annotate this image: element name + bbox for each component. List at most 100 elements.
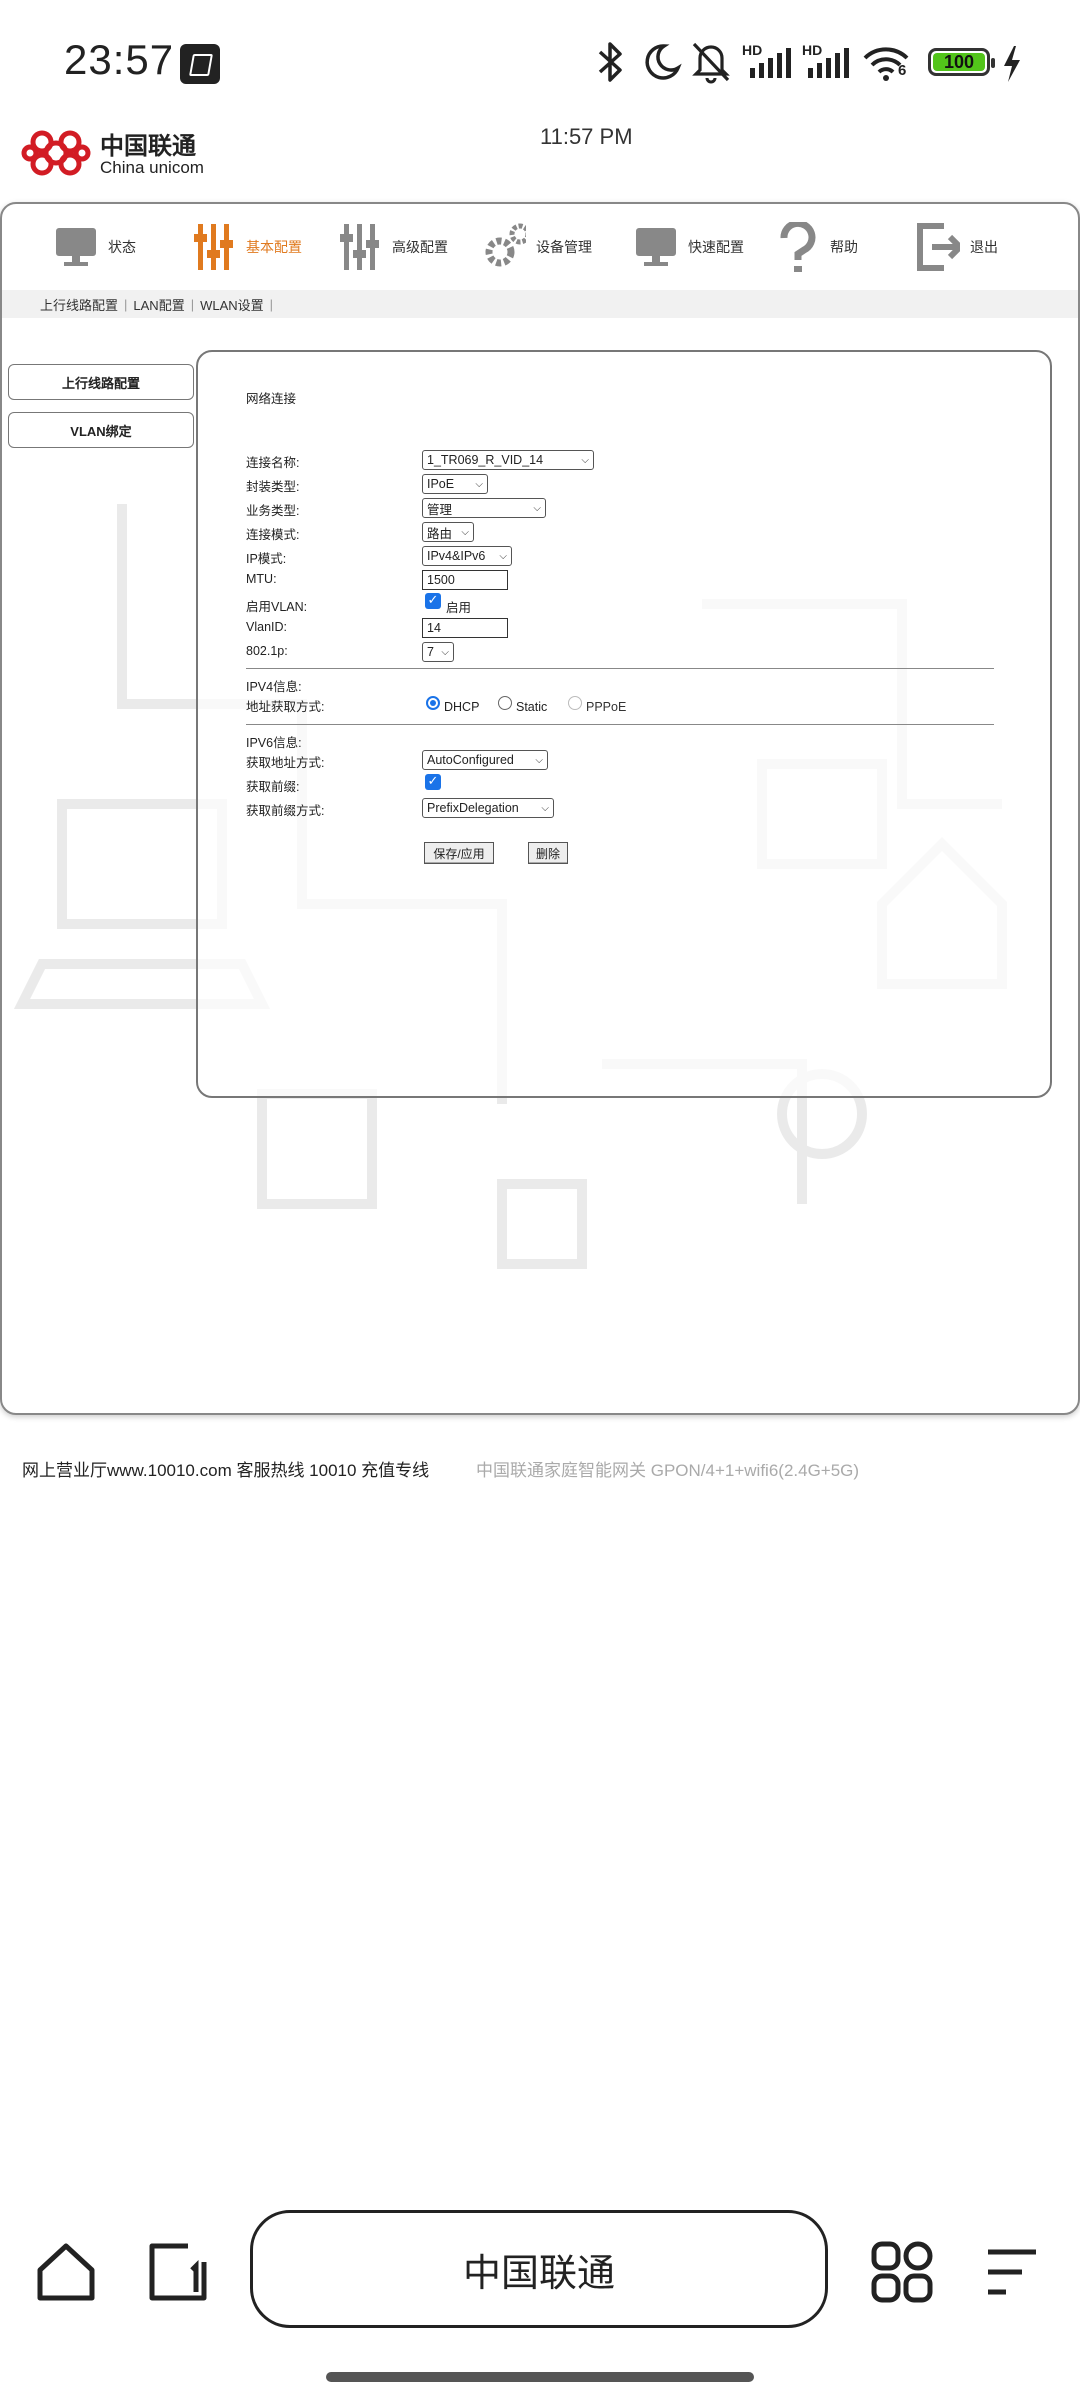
- logo-cn-text: 中国联通: [100, 132, 196, 160]
- home-icon[interactable]: [34, 2240, 98, 2304]
- sliders-icon: [194, 224, 233, 270]
- get-prefix-checkbox[interactable]: ✓: [425, 774, 441, 790]
- gears-icon: [485, 223, 526, 267]
- subnav-uplink[interactable]: 上行线路配置: [40, 295, 118, 314]
- dot1p-label: 802.1p:: [246, 644, 288, 658]
- unicom-knot-logo-icon: [21, 130, 91, 176]
- sidebar-item-vlan-binding[interactable]: VLAN绑定: [8, 412, 194, 448]
- enable-vlan-check-label: 启用: [446, 601, 472, 615]
- nav-basic-config-label: 基本配置: [246, 239, 302, 255]
- nav-logout-label: 退出: [970, 239, 998, 255]
- sub-navigation: 上行线路配置 | LAN配置 | WLAN设置 |: [2, 290, 1078, 318]
- vlan-id-label: VlanID:: [246, 620, 287, 634]
- divider: [246, 724, 994, 725]
- chevron-down-icon: ⌵: [499, 550, 507, 562]
- subnav-wlan[interactable]: WLAN设置: [200, 295, 264, 314]
- gesture-navigation-bar[interactable]: [326, 2372, 754, 2382]
- tabs-icon[interactable]: [146, 2240, 210, 2304]
- get-addr-method-label: 获取地址方式:: [246, 756, 325, 770]
- status-time: 23:57: [64, 36, 175, 83]
- advanced-sliders-icon: [340, 224, 379, 270]
- conn-mode-label: 连接模式:: [246, 528, 300, 542]
- enable-vlan-checkbox[interactable]: ✓: [425, 593, 441, 609]
- enable-vlan-label: 启用VLAN:: [246, 600, 308, 614]
- vlan-id-value: 14: [427, 621, 441, 635]
- mtu-label: MTU:: [246, 572, 277, 586]
- service-label: 业务类型:: [246, 504, 300, 518]
- monitor-icon: [636, 228, 676, 266]
- get-prefix-label: 获取前缀:: [246, 780, 300, 794]
- conn-mode-value: 路由: [427, 526, 453, 541]
- chevron-down-icon: ⌵: [535, 754, 543, 766]
- nav-help[interactable]: 帮助: [776, 214, 858, 280]
- chevron-down-icon: ⌵: [541, 802, 549, 814]
- vlan-id-input[interactable]: 14: [422, 618, 508, 638]
- conn-name-label: 连接名称:: [246, 456, 300, 470]
- conn-mode-select[interactable]: 路由 ⌵: [422, 522, 474, 542]
- notification-app-icon: [180, 44, 220, 84]
- bluetooth-icon: [598, 42, 622, 82]
- get-addr-method-select[interactable]: AutoConfigured ⌵: [422, 750, 548, 770]
- sidebar-item-uplink[interactable]: 上行线路配置: [8, 364, 194, 400]
- ipv4-info-label: IPV4信息:: [246, 680, 302, 694]
- get-addr-method-value: AutoConfigured: [427, 753, 514, 767]
- nav-device-management[interactable]: 设备管理: [482, 214, 592, 280]
- content-panel: 网络连接 连接名称: 1_TR069_R_VID_14 ⌵ 封装类型: IPoE ⌵…: [196, 350, 1052, 1098]
- router-admin-frame: 状态 基本配置 高级配置 设备管理 快速配置 帮助 退出 上行线路配置 | LA…: [0, 202, 1080, 1415]
- page-time: 11:57 PM: [540, 124, 633, 149]
- top-navigation: 状态 基本配置 高级配置 设备管理 快速配置 帮助 退出: [2, 204, 1078, 290]
- logout-icon: [917, 223, 960, 271]
- conn-name-select[interactable]: 1_TR069_R_VID_14 ⌵: [422, 450, 594, 470]
- nav-status-label: 状态: [108, 239, 136, 255]
- status-bar: 23:57 HD HD 6 100: [0, 0, 1080, 128]
- radio-pppoe-label: PPPoE: [586, 700, 627, 714]
- charging-bolt-icon: [1004, 46, 1020, 82]
- section-title: 网络连接: [246, 392, 297, 406]
- addr-method-label: 地址获取方式:: [246, 700, 325, 714]
- divider: [246, 668, 994, 669]
- service-select[interactable]: 管理 ⌵: [422, 498, 546, 518]
- ip-mode-value: IPv4&IPv6: [427, 549, 486, 563]
- address-bar[interactable]: 中国联通: [250, 2210, 828, 2328]
- encap-select[interactable]: IPoE ⌵: [422, 474, 488, 494]
- nav-logout[interactable]: 退出: [916, 214, 998, 280]
- china-unicom-logo: 中国联通 China unicom: [20, 120, 210, 186]
- subnav-lan[interactable]: LAN配置: [133, 295, 184, 314]
- nav-help-label: 帮助: [830, 239, 858, 255]
- get-prefix-method-label: 获取前缀方式:: [246, 804, 325, 818]
- subnav-separator: |: [124, 296, 128, 312]
- battery-level: 100: [933, 53, 985, 71]
- radio-static[interactable]: [498, 696, 512, 710]
- chevron-down-icon: ⌵: [441, 646, 449, 658]
- dot1p-select[interactable]: 7 ⌵: [422, 642, 454, 662]
- menu-icon[interactable]: [984, 2246, 1040, 2302]
- chevron-down-icon: ⌵: [533, 502, 541, 514]
- muted-bell-icon: [692, 42, 730, 84]
- save-apply-button[interactable]: 保存/应用: [424, 842, 494, 864]
- nav-quick-config[interactable]: 快速配置: [634, 214, 744, 280]
- do-not-disturb-moon-icon: [645, 44, 682, 80]
- nav-advanced-config-label: 高级配置: [392, 239, 448, 255]
- nav-basic-config[interactable]: 基本配置: [192, 214, 302, 280]
- radio-pppoe[interactable]: [568, 696, 582, 710]
- chevron-down-icon: ⌵: [581, 454, 589, 466]
- get-prefix-method-select[interactable]: PrefixDelegation ⌵: [422, 798, 554, 818]
- mtu-input[interactable]: 1500: [422, 570, 508, 590]
- footer-contact: 网上营业厅www.10010.com 客服热线 10010 充值专线: [22, 1461, 430, 1480]
- apps-grid-icon[interactable]: [870, 2240, 934, 2304]
- mtu-value: 1500: [427, 573, 455, 587]
- ip-mode-select[interactable]: IPv4&IPv6 ⌵: [422, 546, 512, 566]
- encap-label: 封装类型:: [246, 480, 300, 494]
- radio-dhcp[interactable]: [426, 696, 440, 710]
- delete-button[interactable]: 删除: [528, 842, 568, 864]
- question-icon: [780, 222, 816, 272]
- chevron-down-icon: ⌵: [475, 478, 483, 490]
- nav-advanced-config[interactable]: 高级配置: [338, 214, 448, 280]
- nav-quick-config-label: 快速配置: [688, 239, 744, 255]
- subnav-separator: |: [190, 296, 195, 312]
- nav-status[interactable]: 状态: [54, 214, 136, 280]
- wifi6-label: 6: [898, 62, 907, 79]
- monitor-icon: [56, 228, 96, 266]
- ip-mode-label: IP模式:: [246, 552, 287, 566]
- radio-static-label: Static: [516, 700, 548, 714]
